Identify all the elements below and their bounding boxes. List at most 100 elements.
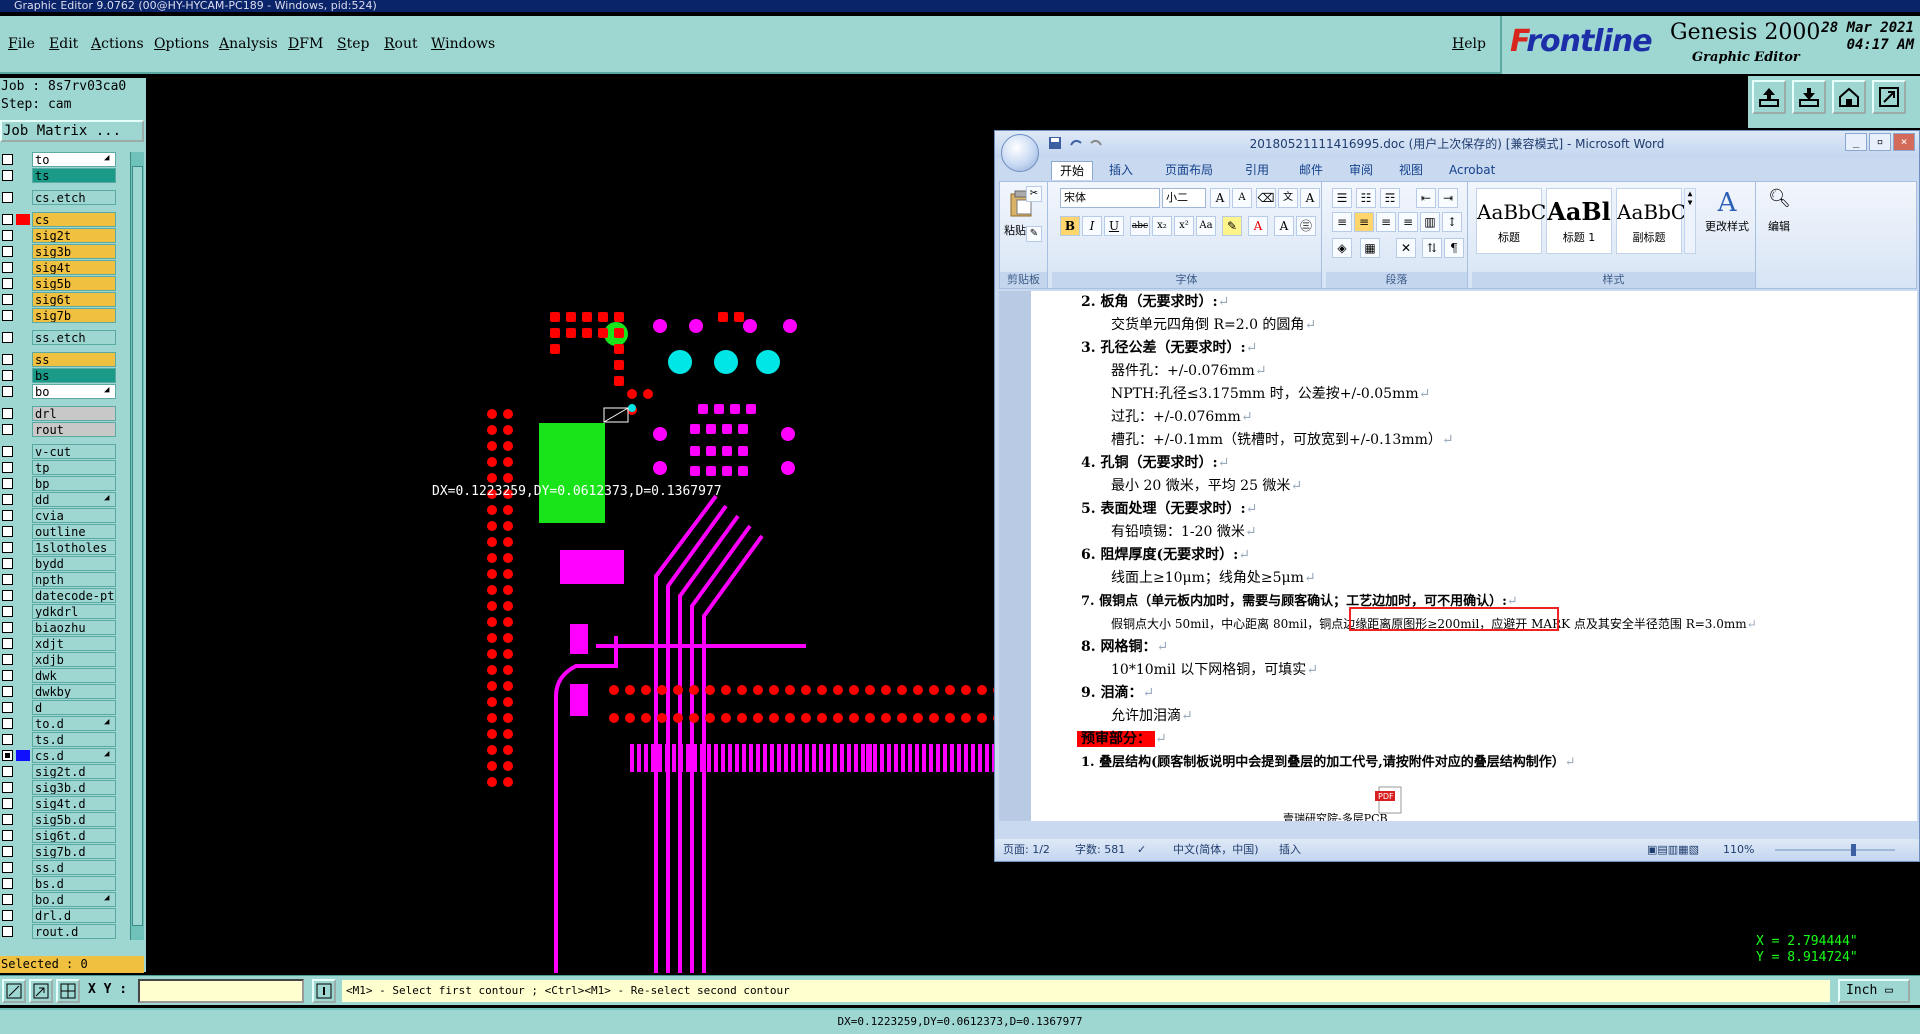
layer-checkbox[interactable] bbox=[2, 670, 13, 681]
zoom-area-button[interactable] bbox=[29, 979, 53, 1003]
align-left-icon[interactable]: ≡ bbox=[1332, 212, 1352, 232]
format-painter-icon[interactable]: ✎ bbox=[1026, 226, 1042, 242]
layer-checkbox[interactable] bbox=[2, 590, 13, 601]
layer-row[interactable]: rout.d bbox=[0, 924, 130, 939]
insert-mode[interactable]: 插入 bbox=[1279, 839, 1301, 861]
font-name-combo[interactable]: 宋体 bbox=[1060, 188, 1160, 208]
word-count[interactable]: 字数: 581 bbox=[1075, 839, 1125, 861]
job-matrix-button[interactable]: Job Matrix ... bbox=[0, 120, 144, 142]
units-selector[interactable]: Inch ▭ bbox=[1838, 979, 1910, 1003]
zoom-tool-button[interactable] bbox=[2, 979, 26, 1003]
subscript-button[interactable]: x₂ bbox=[1152, 216, 1172, 236]
layer-checkbox[interactable] bbox=[2, 446, 13, 457]
layer-checkbox[interactable] bbox=[2, 262, 13, 273]
layer-name[interactable]: cs.etch bbox=[32, 190, 116, 205]
layer-checkbox[interactable] bbox=[2, 170, 13, 181]
info-button[interactable] bbox=[312, 979, 336, 1003]
sort-icon[interactable]: ⇅ bbox=[1422, 238, 1442, 258]
layer-row[interactable]: ss.d bbox=[0, 860, 130, 875]
layer-checkbox[interactable] bbox=[2, 408, 13, 419]
layer-checkbox[interactable] bbox=[2, 894, 13, 905]
layer-name[interactable]: biaozhu bbox=[32, 620, 116, 635]
layer-checkbox[interactable] bbox=[2, 814, 13, 825]
grid-button[interactable] bbox=[56, 979, 80, 1003]
layer-name[interactable]: npth bbox=[32, 572, 116, 587]
layer-checkbox[interactable] bbox=[2, 494, 13, 505]
shading-icon[interactable]: ◈ bbox=[1332, 238, 1352, 258]
layer-checkbox[interactable] bbox=[2, 830, 13, 841]
layer-name[interactable]: sig4t bbox=[32, 260, 116, 275]
layer-name[interactable]: sig3b.d bbox=[32, 780, 116, 795]
layer-row[interactable]: ss bbox=[0, 352, 130, 367]
layer-checkbox[interactable] bbox=[2, 606, 13, 617]
ribbon-tab[interactable]: 引用 bbox=[1237, 161, 1277, 179]
increase-indent-icon[interactable]: ⇥ bbox=[1438, 188, 1458, 208]
change-styles-button[interactable]: A 更改样式 bbox=[1700, 188, 1754, 234]
layer-name[interactable]: ydkdrl bbox=[32, 604, 116, 619]
layer-name[interactable]: sig2t bbox=[32, 228, 116, 243]
layer-row[interactable]: bp bbox=[0, 476, 130, 491]
layer-name[interactable]: cvia bbox=[32, 508, 116, 523]
ribbon-tab[interactable]: 审阅 bbox=[1341, 161, 1381, 179]
find-icon[interactable]: 🔍︎ bbox=[1768, 188, 1791, 209]
layer-checkbox[interactable] bbox=[2, 862, 13, 873]
layer-checkbox[interactable] bbox=[2, 294, 13, 305]
layer-checkbox[interactable] bbox=[2, 766, 13, 777]
bold-button[interactable]: B bbox=[1060, 216, 1080, 236]
menu-help[interactable]: Help bbox=[1452, 36, 1486, 52]
layer-row[interactable]: tp bbox=[0, 460, 130, 475]
layer-name[interactable]: ts bbox=[32, 168, 116, 183]
layer-checkbox[interactable] bbox=[2, 424, 13, 435]
layer-row[interactable]: sig2t bbox=[0, 228, 130, 243]
layer-checkbox[interactable] bbox=[2, 926, 13, 937]
layer-name[interactable]: ts.d bbox=[32, 732, 116, 747]
view-buttons[interactable]: ▣▤▥▦▧ bbox=[1647, 839, 1699, 861]
layer-checkbox[interactable] bbox=[2, 370, 13, 381]
layer-row[interactable]: drl bbox=[0, 406, 130, 421]
char-shading-icon[interactable]: A bbox=[1274, 216, 1294, 236]
layer-name[interactable]: sig4t.d bbox=[32, 796, 116, 811]
layer-name[interactable]: drl bbox=[32, 406, 116, 421]
layer-row[interactable]: sig4t bbox=[0, 260, 130, 275]
layer-checkbox[interactable] bbox=[2, 310, 13, 321]
numbering-icon[interactable]: ☷ bbox=[1356, 188, 1376, 208]
layer-name[interactable]: dwkby bbox=[32, 684, 116, 699]
layer-row[interactable]: sig3b.d bbox=[0, 780, 130, 795]
layer-row[interactable]: sig4t.d bbox=[0, 796, 130, 811]
layer-checkbox[interactable] bbox=[2, 386, 13, 397]
layer-row[interactable]: sig6t bbox=[0, 292, 130, 307]
layer-row[interactable]: 1slotholes bbox=[0, 540, 130, 555]
distributed-icon[interactable]: ▥ bbox=[1420, 212, 1440, 232]
layer-row[interactable]: npth bbox=[0, 572, 130, 587]
layer-checkbox[interactable] bbox=[2, 622, 13, 633]
layer-name[interactable]: bs bbox=[32, 368, 116, 383]
layer-name[interactable]: ss.etch bbox=[32, 330, 116, 345]
layer-row[interactable]: bo ◢ bbox=[0, 384, 130, 399]
layer-checkbox[interactable] bbox=[2, 718, 13, 729]
layer-checkbox[interactable] bbox=[2, 798, 13, 809]
layer-checkbox[interactable] bbox=[2, 782, 13, 793]
ribbon-tab[interactable]: 邮件 bbox=[1291, 161, 1331, 179]
layer-row[interactable]: dd ◢ bbox=[0, 492, 130, 507]
layer-name[interactable]: drl.d bbox=[32, 908, 116, 923]
layer-row[interactable]: cs.etch bbox=[0, 190, 130, 205]
layer-checkbox[interactable] bbox=[2, 702, 13, 713]
layer-name[interactable]: tp bbox=[32, 460, 116, 475]
layer-name[interactable]: datecode-pth bbox=[32, 588, 116, 603]
strikethrough-button[interactable]: abc bbox=[1130, 216, 1150, 236]
layer-row[interactable]: sig2t.d bbox=[0, 764, 130, 779]
menu-analysis[interactable]: Analysis bbox=[219, 36, 278, 52]
style-heading1[interactable]: AaBl 标题 1 bbox=[1546, 188, 1612, 254]
layer-row[interactable]: xdjt bbox=[0, 636, 130, 651]
page-indicator[interactable]: 页面: 1/2 bbox=[1003, 839, 1050, 861]
layer-row[interactable]: v-cut bbox=[0, 444, 130, 459]
zoom-level[interactable]: 110% bbox=[1723, 839, 1754, 861]
layer-checkbox[interactable] bbox=[2, 686, 13, 697]
layer-row[interactable]: cs.d ◢ bbox=[0, 748, 130, 763]
superscript-button[interactable]: x² bbox=[1174, 216, 1194, 236]
layer-row[interactable]: sig7b bbox=[0, 308, 130, 323]
layer-name[interactable]: bydd bbox=[32, 556, 116, 571]
ribbon-tab[interactable]: Acrobat bbox=[1441, 161, 1503, 179]
layer-name[interactable]: ss.d bbox=[32, 860, 116, 875]
restore-button[interactable]: ▫ bbox=[1869, 133, 1891, 151]
